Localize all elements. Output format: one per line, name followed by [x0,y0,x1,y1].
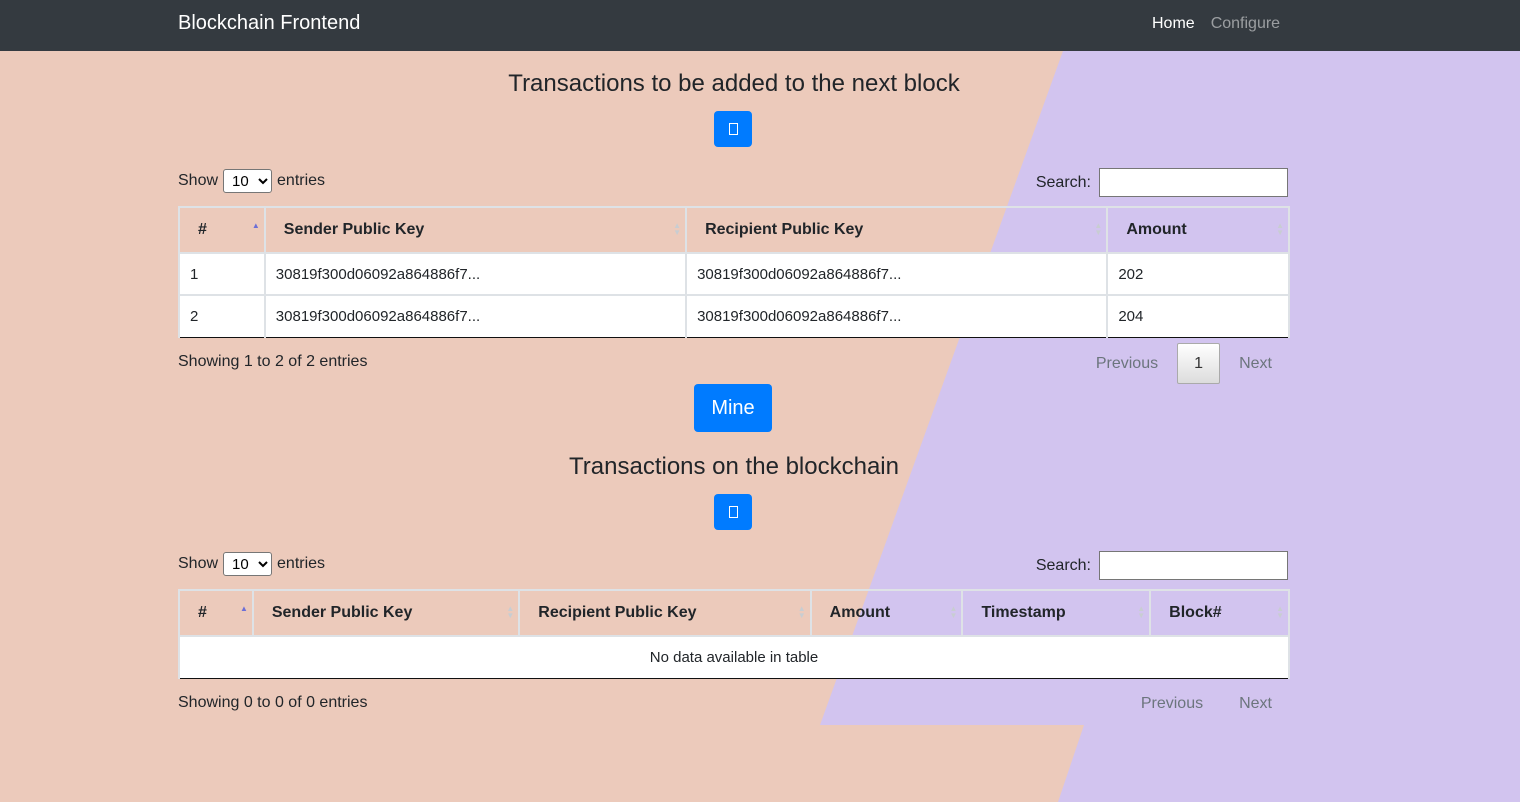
show-label: Show [178,555,219,572]
cell-recipient: 30819f300d06092a864886f7... [685,252,1109,296]
sort-icon: ▲ ▼ [673,221,682,237]
refresh-chain-button[interactable] [714,494,752,530]
nav-links: Home Configure [1152,15,1280,33]
sort-icon: ▲ ▼ [1137,604,1146,620]
show-label: Show [178,172,219,189]
cell-recipient: 30819f300d06092a864886f7... [685,294,1109,338]
search-label: Search: [1035,556,1091,574]
next-button[interactable]: Next [1221,695,1290,713]
navbar: Blockchain Frontend Home Configure [0,0,1520,51]
mine-button[interactable]: Mine [694,384,772,432]
previous-button[interactable]: Previous [1123,695,1221,713]
cell-number: 1 [178,252,266,296]
cell-sender: 30819f300d06092a864886f7... [263,294,688,338]
previous-button[interactable]: Previous [1078,355,1176,373]
sort-icon: ▲ ▼ [797,604,806,620]
table-row: No data available in table [178,635,1290,679]
column-header-number[interactable]: # ▲ [178,589,254,637]
table-row: 2 30819f300d06092a864886f7... 30819f300d… [178,294,1290,338]
cell-sender: 30819f300d06092a864886f7... [263,252,688,296]
pending-search: Search: [1036,168,1288,197]
pending-search-input[interactable] [1099,168,1288,197]
column-header-recipient[interactable]: Recipient Public Key ▲ ▼ [685,206,1109,254]
cell-number: 2 [178,294,266,338]
entries-label: entries [277,172,326,189]
sort-icon: ▲ ▼ [506,604,515,620]
sort-icon: ▲ ▼ [1094,221,1103,237]
chain-length-control: Show 10 entries [178,552,325,576]
nav-configure-link[interactable]: Configure [1211,15,1280,33]
cell-amount: 202 [1106,252,1290,296]
chain-table-info: Showing 0 to 0 of 0 entries [178,694,368,711]
sort-icon: ▲ ▼ [949,604,958,620]
nav-home-link[interactable]: Home [1152,15,1195,33]
refresh-pending-button[interactable] [714,111,752,147]
column-header-timestamp[interactable]: Timestamp ▲ ▼ [961,589,1152,637]
column-header-amount[interactable]: Amount ▲ ▼ [1106,206,1290,254]
empty-table-message: No data available in table [178,635,1290,679]
pending-table-info: Showing 1 to 2 of 2 entries [178,353,368,370]
column-header-block[interactable]: Block# ▲ ▼ [1149,589,1290,637]
chain-transactions-table: # ▲ Sender Public Key ▲ ▼ Recipient Publi… [178,589,1290,679]
pending-entries-select[interactable]: 10 [223,169,273,193]
sort-icon: ▲ ▼ [1276,221,1284,237]
pending-transactions-table: # ▲ Sender Public Key ▲ ▼ Recipient Publi… [178,206,1290,338]
sort-icon: ▲ ▼ [1276,604,1284,620]
chain-transactions-title: Transactions on the blockchain [569,453,899,480]
chain-search-input[interactable] [1099,551,1288,580]
pending-transactions-title: Transactions to be added to the next blo… [508,70,960,97]
sort-icon: ▲ [239,604,248,613]
table-row: 1 30819f300d06092a864886f7... 30819f300d… [178,252,1290,296]
page-1-button[interactable]: 1 [1177,343,1221,384]
chain-pagination: Previous Next [1123,695,1290,713]
column-header-sender[interactable]: Sender Public Key ▲ ▼ [251,589,521,637]
entries-label: entries [277,555,326,572]
column-header-amount[interactable]: Amount ▲ ▼ [809,589,964,637]
sort-icon: ▲ [251,221,260,230]
column-header-recipient[interactable]: Recipient Public Key ▲ ▼ [518,589,812,637]
chain-search: Search: [1036,551,1288,580]
cell-amount: 204 [1106,294,1290,338]
next-button[interactable]: Next [1221,355,1290,373]
pending-length-control: Show 10 entries [178,169,325,193]
brand-title[interactable]: Blockchain Frontend [178,12,360,35]
search-label: Search: [1035,173,1091,191]
column-header-number[interactable]: # ▲ [178,206,266,254]
chain-entries-select[interactable]: 10 [223,552,273,576]
column-header-sender[interactable]: Sender Public Key ▲ ▼ [263,206,688,254]
refresh-icon [728,506,738,518]
refresh-icon [728,123,738,135]
pending-pagination: Previous 1 Next [1078,343,1290,384]
